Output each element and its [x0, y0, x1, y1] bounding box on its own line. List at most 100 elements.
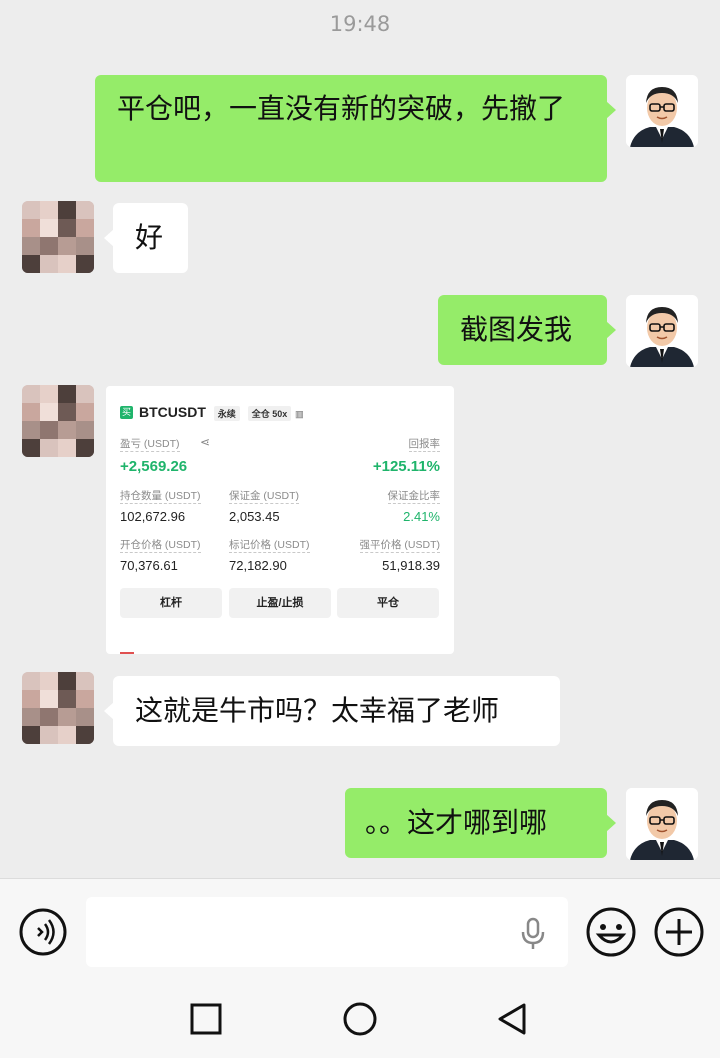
avatar-pixel	[58, 403, 76, 421]
avatar-pixel	[58, 421, 76, 439]
avatar-pixel	[22, 690, 40, 708]
contract-type-tag: 永续	[213, 405, 240, 421]
message-text: 截图发我	[460, 313, 573, 346]
avatar-pixel	[76, 255, 94, 273]
avatar-pixel	[58, 726, 76, 744]
message-bubble-sent[interactable]: 截图发我	[438, 295, 616, 365]
entry-price-label: 开仓价格 (USDT)	[120, 539, 201, 553]
avatar-pixel	[22, 385, 40, 403]
close-position-button: 平仓	[337, 588, 439, 618]
emoji-icon[interactable]	[584, 905, 638, 963]
avatar-pixel	[22, 403, 40, 421]
my-avatar[interactable]	[626, 295, 698, 367]
avatar-pixel	[76, 439, 94, 457]
avatar-pixel	[22, 219, 40, 237]
contact-avatar[interactable]	[22, 385, 94, 457]
margin-label: 保证金 (USDT)	[229, 490, 299, 504]
margin-ratio-label: 保证金比率	[387, 490, 440, 504]
avatar-pixel	[58, 439, 76, 457]
status-time: 19:48	[329, 12, 391, 36]
pnl-label: 盈亏 (USDT)	[120, 438, 180, 452]
message-bubble-received[interactable]: 好	[104, 203, 188, 273]
bars-icon: ▥	[295, 409, 304, 419]
back-icon[interactable]	[496, 1002, 528, 1040]
mark-price-label: 标记价格 (USDT)	[229, 539, 310, 553]
plus-icon[interactable]	[652, 905, 706, 963]
avatar-pixel	[40, 219, 58, 237]
avatar-pixel	[58, 201, 76, 219]
avatar-pixel	[76, 726, 94, 744]
avatar-pixel	[22, 708, 40, 726]
voice-input-icon[interactable]	[18, 907, 68, 961]
system-nav-bar	[0, 978, 720, 1058]
size-label: 持仓数量 (USDT)	[120, 490, 201, 504]
microphone-icon[interactable]	[518, 917, 548, 955]
symbol: BTCUSDT	[139, 404, 206, 420]
avatar-pixel	[76, 672, 94, 690]
leverage-button: 杠杆	[120, 588, 222, 618]
tp-sl-button: 止盈/止损	[229, 588, 331, 618]
avatar-pixel	[76, 403, 94, 421]
avatar-pixel	[40, 672, 58, 690]
roe-value: +125.11%	[372, 458, 440, 475]
avatar-pixel	[76, 421, 94, 439]
avatar-pixel	[22, 201, 40, 219]
pnl-value: +2,569.26	[120, 458, 188, 475]
avatar-pixel	[76, 708, 94, 726]
message-text: 好	[135, 221, 164, 254]
avatar-pixel	[40, 421, 58, 439]
avatar-pixel	[22, 237, 40, 255]
avatar-pixel	[40, 201, 58, 219]
avatar-pixel	[40, 403, 58, 421]
contact-avatar[interactable]	[22, 201, 94, 273]
avatar-pixel	[58, 237, 76, 255]
contact-avatar[interactable]	[22, 672, 94, 744]
avatar-pixel	[76, 201, 94, 219]
share-icon[interactable]: ⋖	[200, 435, 210, 449]
avatar-pixel	[22, 672, 40, 690]
avatar-pixel	[76, 237, 94, 255]
avatar-pixel	[22, 726, 40, 744]
message-bubble-sent[interactable]: 。。这才哪到哪	[345, 788, 616, 858]
input-bar	[0, 878, 720, 979]
avatar-pixel	[76, 690, 94, 708]
margin-ratio-value: 2.41%	[403, 509, 440, 524]
message-bubble-sent[interactable]: 平仓吧，一直没有新的突破，先撤了	[95, 75, 616, 182]
avatar-pixel	[58, 690, 76, 708]
avatar-pixel	[40, 385, 58, 403]
liq-price-value: 51,918.39	[382, 558, 440, 573]
message-bubble-received[interactable]: 这就是牛市吗？太幸福了老师	[104, 676, 560, 746]
avatar-pixel	[40, 237, 58, 255]
avatar-pixel	[58, 672, 76, 690]
message-text: 平仓吧，一直没有新的突破，先撤了	[117, 92, 566, 125]
avatar-pixel	[76, 219, 94, 237]
trade-screenshot-image[interactable]: 买 BTCUSDT 永续 全仓 50x ▥ 盈亏 (USDT) ⋖ 回报率 +2…	[106, 386, 454, 654]
buy-logo-icon: 买	[120, 406, 133, 419]
message-text: 。。这才哪到哪	[365, 806, 548, 839]
avatar-pixel	[40, 255, 58, 273]
entry-price-value: 70,376.61	[120, 558, 178, 573]
avatar-pixel	[40, 726, 58, 744]
message-input[interactable]	[86, 897, 568, 967]
recent-apps-icon[interactable]	[190, 1003, 222, 1039]
liq-price-label: 强平价格 (USDT)	[359, 539, 440, 553]
avatar-pixel	[22, 421, 40, 439]
avatar-pixel	[22, 439, 40, 457]
avatar-pixel	[58, 219, 76, 237]
margin-value: 2,053.45	[229, 509, 280, 524]
card-edge-marker	[120, 652, 134, 654]
avatar-pixel	[58, 708, 76, 726]
avatar-pixel	[40, 708, 58, 726]
size-value: 102,672.96	[120, 509, 186, 524]
message-text: 这就是牛市吗？太幸福了老师	[135, 694, 500, 727]
avatar-pixel	[58, 255, 76, 273]
my-avatar[interactable]	[626, 75, 698, 147]
margin-mode-tag: 全仓 50x	[247, 405, 292, 421]
avatar-pixel	[22, 255, 40, 273]
my-avatar[interactable]	[626, 788, 698, 860]
home-icon[interactable]	[342, 1001, 378, 1041]
avatar-pixel	[40, 690, 58, 708]
avatar-pixel	[58, 385, 76, 403]
avatar-pixel	[76, 385, 94, 403]
mark-price-value: 72,182.90	[229, 558, 287, 573]
